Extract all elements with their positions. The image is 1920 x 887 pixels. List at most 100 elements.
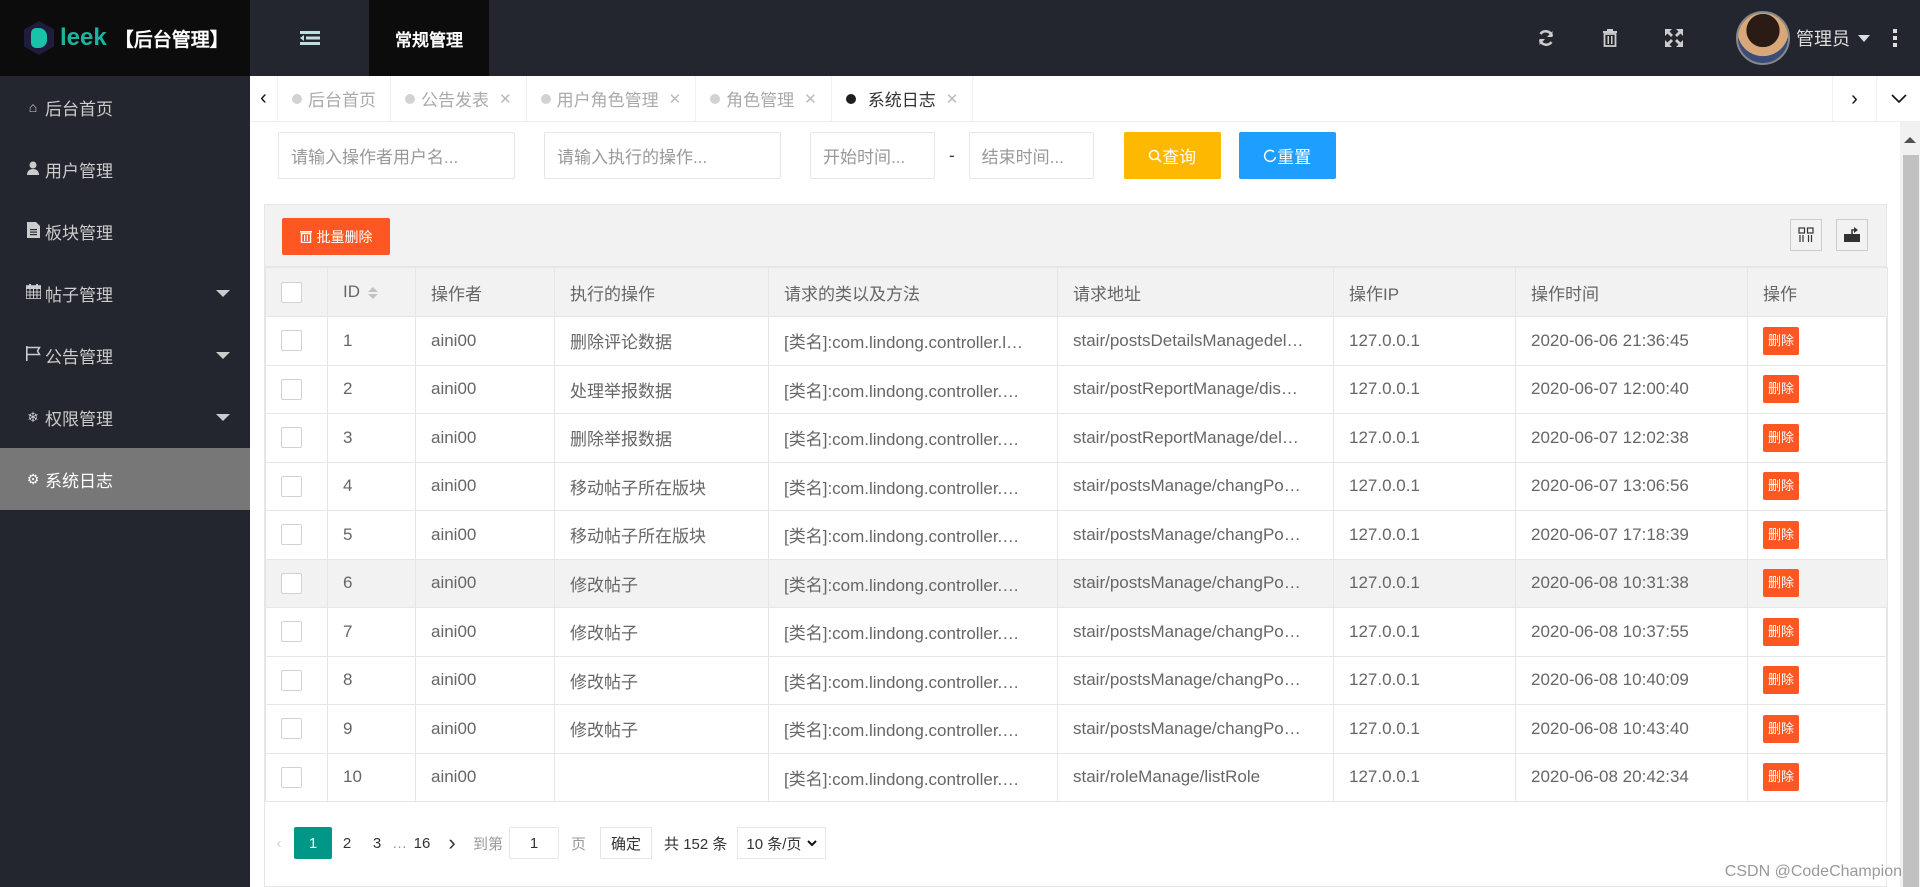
row-checkbox[interactable]	[281, 766, 302, 788]
close-icon[interactable]: ✕	[804, 90, 817, 108]
page-1[interactable]: 1	[294, 827, 332, 859]
clear-cache-button[interactable]	[1578, 0, 1642, 76]
start-time-input[interactable]: 开始时间...	[810, 132, 935, 179]
sidebar-item-users[interactable]: 用户管理	[0, 138, 250, 200]
row-checkbox[interactable]	[281, 718, 302, 740]
select-all-checkbox[interactable]	[281, 281, 302, 303]
tab-publish-announcement[interactable]: 公告发表 ✕	[391, 75, 527, 122]
delete-button[interactable]: 删除	[1763, 569, 1800, 598]
delete-button[interactable]: 删除	[1763, 617, 1800, 646]
chevron-right-icon: ›	[448, 830, 456, 855]
sidebar-item-posts[interactable]: 帖子管理	[0, 262, 250, 324]
page-3[interactable]: 3	[362, 827, 392, 859]
table-row[interactable]: 1 aini00 删除评论数据 [类名]:com.lindong.controller…	[265, 316, 1888, 366]
table-row[interactable]: 7 aini00 修改帖子 [类名]:com.lindong.controller.……	[265, 607, 1888, 657]
reset-button[interactable]: 重置	[1238, 132, 1336, 179]
close-icon[interactable]: ✕	[499, 90, 512, 108]
sidebar-fold-button[interactable]	[250, 0, 369, 76]
table-row[interactable]: 10 aini00 [类名]:com.lindong.controller.… sta…	[265, 752, 1888, 802]
row-checkbox[interactable]	[281, 524, 302, 546]
tab-scroll-left-button[interactable]: ‹	[250, 75, 278, 122]
row-checkbox[interactable]	[281, 572, 302, 594]
total-count: 共 152 条	[664, 835, 728, 853]
end-time-input[interactable]: 结束时间...	[968, 132, 1094, 179]
row-checkbox[interactable]	[281, 475, 302, 497]
row-checkbox[interactable]	[281, 427, 302, 449]
table-row[interactable]: 4 aini00 移动帖子所在版块 [类名]:com.lindong.controll…	[265, 461, 1888, 511]
cell-operation	[554, 752, 769, 802]
row-checkbox	[265, 607, 328, 657]
next-page-button[interactable]: ›	[437, 827, 467, 859]
delete-button[interactable]: 删除	[1763, 520, 1800, 549]
sidebar-item-system-log[interactable]: ⚙ 系统日志	[0, 448, 250, 510]
page-size-select[interactable]: 10 条/页	[737, 827, 827, 859]
tab-system-log[interactable]: 系统日志 ✕	[832, 75, 974, 122]
refresh-button[interactable]	[1514, 0, 1578, 76]
fullscreen-button[interactable]	[1642, 0, 1706, 76]
prev-page-button[interactable]: ‹	[264, 827, 294, 859]
page-16[interactable]: 16	[407, 827, 437, 859]
scrollbar-thumb[interactable]	[1903, 155, 1919, 887]
sidebar-item-sections[interactable]: 板块管理	[0, 200, 250, 262]
tab-scroll-right-button[interactable]: ›	[1832, 76, 1876, 122]
more-menu-button[interactable]	[1870, 29, 1920, 47]
delete-button[interactable]: 删除	[1763, 375, 1800, 404]
goto-confirm-button[interactable]: 确定	[600, 827, 653, 859]
cell-method: [类名]:com.lindong.controller.…	[768, 461, 1058, 511]
tab-role-management[interactable]: 角色管理 ✕	[696, 75, 832, 122]
nav-general-management[interactable]: 常规管理	[369, 0, 489, 76]
table-row[interactable]: 8 aini00 修改帖子 [类名]:com.lindong.controller.……	[265, 655, 1888, 705]
scroll-up-button[interactable]	[1900, 122, 1920, 158]
tab-user-role-management[interactable]: 用户角色管理 ✕	[527, 75, 697, 122]
delete-button[interactable]: 删除	[1763, 714, 1800, 743]
sidebar-item-label: 板块管理	[45, 223, 113, 243]
table-row[interactable]: 5 aini00 移动帖子所在版块 [类名]:com.lindong.controll…	[265, 510, 1888, 560]
cell-url: stair/postReportManage/dis…	[1057, 364, 1334, 414]
column-filter-button[interactable]	[1790, 219, 1822, 251]
row-checkbox[interactable]	[281, 669, 302, 691]
cell-operator: aini00	[415, 752, 555, 802]
user-menu[interactable]: 管理员	[1796, 25, 1870, 51]
home-icon: ⌂	[28, 99, 38, 115]
row-checkbox[interactable]	[281, 378, 302, 400]
delete-button[interactable]: 删除	[1763, 423, 1800, 452]
operation-search-input[interactable]: 请输入执行的操作...	[544, 132, 781, 179]
goto-page-input[interactable]: 1	[509, 827, 560, 859]
sidebar-item-dashboard[interactable]: ⌂ 后台首页	[0, 76, 250, 138]
delete-button[interactable]: 删除	[1763, 666, 1800, 695]
table-row[interactable]: 6 aini00 修改帖子 [类名]:com.lindong.controller.……	[265, 558, 1888, 608]
sidebar-item-label: 帖子管理	[45, 285, 113, 305]
table-row[interactable]: 9 aini00 修改帖子 [类名]:com.lindong.controller.……	[265, 704, 1888, 754]
query-button[interactable]: 查询	[1123, 132, 1221, 179]
close-icon[interactable]: ✕	[946, 90, 959, 108]
cell-id: 1	[327, 316, 416, 366]
table-row[interactable]: 2 aini00 处理举报数据 [类名]:com.lindong.controller…	[265, 364, 1888, 414]
row-checkbox[interactable]	[281, 330, 302, 352]
column-header-id[interactable]: ID	[327, 267, 416, 317]
sidebar-item-announcements[interactable]: 公告管理	[0, 324, 250, 386]
delete-button[interactable]: 删除	[1763, 472, 1800, 501]
table-row[interactable]: 3 aini00 删除举报数据 [类名]:com.lindong.controller…	[265, 413, 1888, 463]
user-avatar[interactable]	[1736, 11, 1790, 65]
cell-ip: 127.0.0.1	[1333, 510, 1516, 560]
sidebar-item-label: 后台首页	[45, 99, 113, 119]
delete-button[interactable]: 删除	[1763, 326, 1800, 355]
page-scrollbar[interactable]	[1900, 122, 1920, 887]
row-checkbox[interactable]	[281, 621, 302, 643]
close-icon[interactable]: ✕	[669, 90, 682, 108]
cell-id: 8	[327, 655, 416, 705]
cell-time: 2020-06-08 10:40:09	[1515, 655, 1748, 705]
refresh-icon	[1538, 30, 1554, 46]
sort-icon[interactable]	[368, 286, 378, 299]
tab-dashboard[interactable]: 后台首页	[278, 75, 391, 122]
delete-button[interactable]: 删除	[1763, 763, 1800, 792]
sidebar-item-permissions[interactable]: ❄ 权限管理	[0, 386, 250, 448]
export-button[interactable]	[1836, 219, 1868, 251]
reset-label: 重置	[1277, 148, 1312, 167]
chevron-down-icon	[1890, 94, 1907, 104]
batch-delete-button[interactable]: 批量删除	[282, 218, 390, 255]
logo[interactable]: leek 【后台管理】	[0, 0, 250, 76]
page-2[interactable]: 2	[332, 827, 362, 859]
tab-options-button[interactable]	[1876, 76, 1920, 122]
operator-search-input[interactable]: 请输入操作者用户名...	[278, 132, 515, 179]
